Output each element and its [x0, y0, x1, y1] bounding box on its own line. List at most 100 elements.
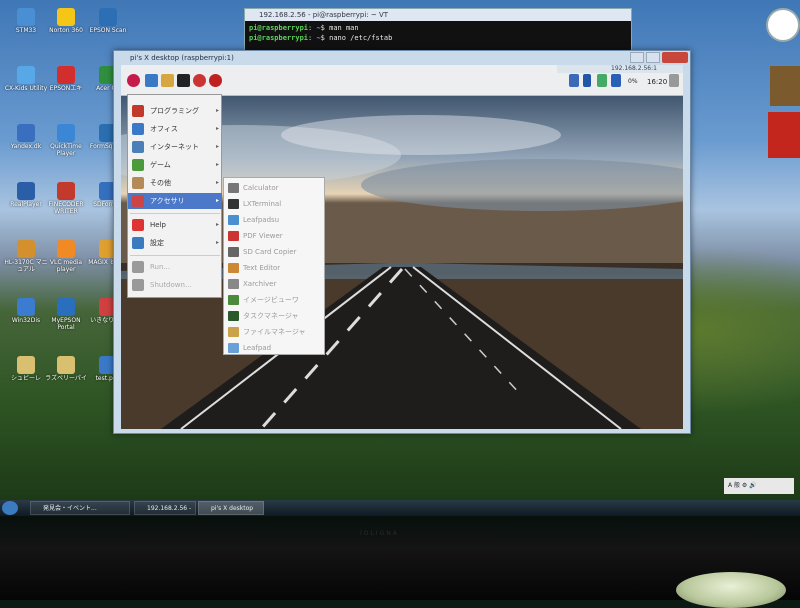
desktop-icon-label: EPSONエキ — [49, 85, 83, 92]
desktop-icon[interactable]: ラズベリーパイ — [44, 356, 88, 382]
desktop-icon[interactable]: QuickTime Player — [44, 124, 88, 157]
menu-item-label: プログラミング — [150, 107, 199, 115]
menu-separator — [130, 255, 220, 256]
accessories-submenu[interactable]: Calculator LXTerminal Leafpadsu PDF Viewer S… — [223, 177, 325, 355]
menu-item[interactable]: 設定 ▸ — [128, 235, 222, 251]
vnc-icon[interactable] — [569, 74, 579, 87]
desktop-icon[interactable]: Win32Dis — [4, 298, 48, 324]
chevron-right-icon: ▸ — [215, 161, 219, 168]
submenu-item-label: Text Editor — [243, 264, 281, 272]
eject-icon[interactable] — [669, 74, 679, 87]
raspberry-menu-icon[interactable] — [127, 74, 140, 87]
desktop-icon-label: Norton 360 — [49, 27, 83, 34]
chevron-right-icon: ▸ — [215, 107, 219, 114]
desktop-icon[interactable]: FINECODER WRITER — [44, 182, 88, 215]
desktop-icon[interactable]: Yandex.dk — [4, 124, 48, 150]
app-icon — [57, 298, 75, 316]
vnc-viewer-window[interactable]: pi's X desktop (raspberrypi:1) 192.168.2… — [113, 50, 691, 434]
bluetooth-icon[interactable] — [583, 74, 591, 87]
application-menu[interactable]: プログラミング ▸ オフィス ▸ インターネット ▸ ゲーム ▸ その他 ▸ アクセサリ ▸ Help ▸… — [127, 94, 222, 298]
taskbar-button[interactable]: 発見会・イベント... — [30, 501, 130, 515]
menu-item-label: アクセサリ — [150, 197, 185, 205]
terminal-icon[interactable] — [177, 74, 190, 87]
taskbar-button[interactable]: pi's X desktop (ra... — [198, 501, 264, 526]
submenu-item[interactable]: LXTerminal — [224, 196, 324, 212]
internet-icon — [132, 141, 144, 153]
mouse-device — [676, 572, 786, 608]
menu-item[interactable]: Help ▸ — [128, 217, 222, 233]
app-icon — [57, 356, 75, 374]
start-button[interactable] — [2, 501, 18, 515]
menu-item[interactable]: プログラミング ▸ — [128, 103, 222, 119]
desktop-icon[interactable]: EPSON Scan — [86, 8, 130, 34]
menu-item-label: インターネット — [150, 143, 199, 151]
app-icon — [17, 66, 35, 84]
menu-item[interactable]: その他 ▸ — [128, 175, 222, 191]
terminal-window[interactable]: 192.168.2.56 - pi@raspberrypi: ~ VT pi@r… — [244, 8, 632, 54]
menu-item[interactable]: アクセサリ ▸ — [128, 193, 222, 209]
raspberry-pi-screen[interactable]: 192.168.2.56:1 0% 16:20 プログラミング ▸ オフィス ▸ インタ… — [121, 65, 683, 429]
submenu-item[interactable]: Text Editor — [224, 260, 324, 276]
menu-item[interactable]: ゲーム ▸ — [128, 157, 222, 173]
submenu-item[interactable]: タスクマネージャ — [224, 308, 324, 324]
terminal-body[interactable]: pi@raspberrypi: ~$ man man pi@raspberryp… — [245, 21, 631, 53]
mathematica-icon[interactable] — [209, 74, 222, 87]
menu-item[interactable]: インターネット ▸ — [128, 139, 222, 155]
menu-item[interactable]: Run... — [128, 259, 222, 275]
panel-clock[interactable]: 16:20 — [647, 78, 667, 86]
submenu-item[interactable]: Leafpadsu — [224, 212, 324, 228]
submenu-item-label: タスクマネージャ — [243, 312, 299, 320]
chevron-right-icon: ▸ — [215, 239, 219, 246]
chevron-right-icon: ▸ — [215, 125, 219, 132]
desktop-icon[interactable]: HL-3170C マニュアル — [4, 240, 48, 273]
other-icon — [132, 177, 144, 189]
menu-item[interactable]: Shutdown... — [128, 277, 222, 293]
desktop-icon-label: FINECODER WRITER — [48, 201, 84, 215]
submenu-item[interactable]: Leafpad — [224, 340, 324, 356]
leafpad-icon — [228, 215, 239, 225]
desktop-icon-label: CX-Kids Utility — [4, 85, 48, 92]
pi-top-panel: 192.168.2.56:1 0% 16:20 — [121, 65, 683, 96]
browser-icon[interactable] — [145, 74, 158, 87]
desktop-icon[interactable]: Norton 360 — [44, 8, 88, 34]
app-icon — [17, 356, 35, 374]
desktop-icon[interactable]: VLC media player — [44, 240, 88, 273]
maximize-button[interactable] — [646, 52, 660, 63]
desktop-icon[interactable]: RealPlayer — [4, 182, 48, 208]
text-editor-icon — [228, 263, 239, 273]
close-button[interactable] — [662, 52, 688, 63]
headlines-gadget — [768, 112, 800, 158]
desktop-icon-label: シュビーレ — [10, 375, 41, 382]
desktop-icon[interactable]: MyEPSON Portal — [44, 298, 88, 331]
submenu-item[interactable]: PDF Viewer — [224, 228, 324, 244]
chevron-right-icon: ▸ — [215, 221, 219, 228]
submenu-item[interactable]: Calculator — [224, 180, 324, 196]
language-bar[interactable]: A 般 ⚙ 🔊 — [724, 478, 794, 494]
submenu-item[interactable]: SD Card Copier — [224, 244, 324, 260]
terminal-line: pi@raspberrypi: ~$ nano /etc/fstab — [249, 34, 393, 42]
taskbar-button[interactable]: 192.168.2.56 - pi... — [134, 501, 196, 526]
wolfram-icon[interactable] — [193, 74, 206, 87]
desktop-icon[interactable]: CX-Kids Utility — [4, 66, 48, 92]
volume-icon[interactable] — [611, 74, 621, 87]
run-icon — [132, 261, 144, 273]
menu-item-label: ゲーム — [150, 161, 171, 169]
task-manager-icon — [228, 311, 239, 321]
submenu-item[interactable]: Xarchiver — [224, 276, 324, 292]
menu-item[interactable]: オフィス ▸ — [128, 121, 222, 137]
desktop-icon[interactable]: STM33 — [4, 8, 48, 34]
help-icon — [132, 219, 144, 231]
submenu-item[interactable]: ファイルマネージャ — [224, 324, 324, 340]
app-icon — [17, 240, 35, 258]
desktop-icon-label: HL-3170C マニュアル — [4, 259, 48, 273]
submenu-item[interactable]: イメージビューワ — [224, 292, 324, 308]
desktop-icon-label: EPSON Scan — [89, 27, 127, 34]
terminal-line: pi@raspberrypi: ~$ man man — [249, 24, 359, 32]
submenu-item-label: ファイルマネージャ — [243, 328, 306, 336]
file-manager-icon[interactable] — [161, 74, 174, 87]
network-icon[interactable] — [597, 74, 607, 87]
desktop-icon[interactable]: シュビーレ — [4, 356, 48, 382]
minimize-button[interactable] — [630, 52, 644, 63]
desktop-icon[interactable]: EPSONエキ — [44, 66, 88, 92]
menu-item-label: その他 — [150, 179, 171, 187]
